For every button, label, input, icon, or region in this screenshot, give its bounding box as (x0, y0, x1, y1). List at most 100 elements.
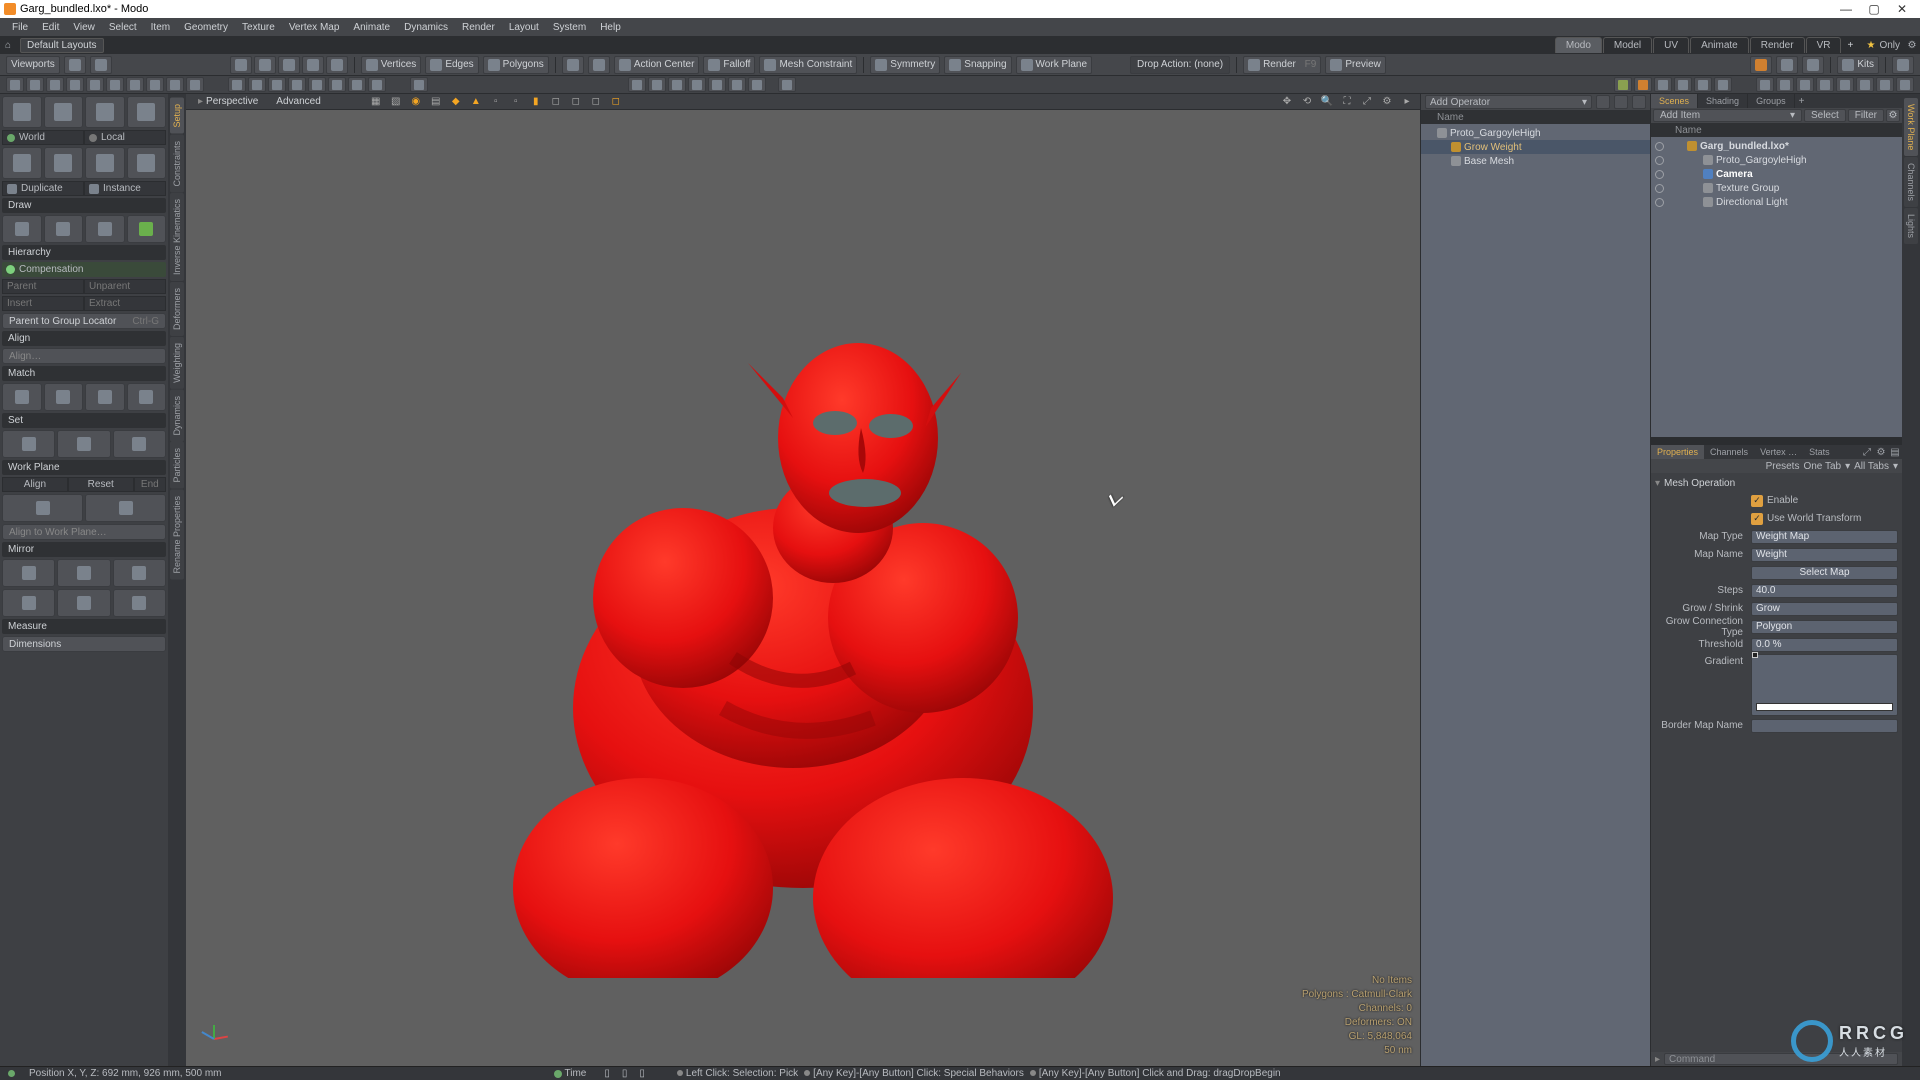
ctx-icon-11[interactable] (228, 77, 246, 92)
parent-to-group-button[interactable]: Parent to Group Locator Ctrl-G (2, 313, 166, 329)
ctx-icon-13[interactable] (268, 77, 286, 92)
ctx-icon-18[interactable] (368, 77, 386, 92)
set-tool-3[interactable] (113, 430, 166, 458)
vertices-button[interactable]: Vertices (361, 56, 422, 74)
scene-row-directional-light[interactable]: Directional Light (1651, 195, 1902, 209)
tab-stats[interactable]: Stats (1803, 445, 1836, 459)
add-layout-button[interactable]: + (1842, 37, 1858, 53)
vp-opt-4-icon[interactable]: ▤ (429, 95, 443, 109)
measure-section[interactable]: Measure (2, 619, 166, 634)
vp-ctx-icon-3[interactable] (668, 77, 686, 92)
set-section[interactable]: Set (2, 413, 166, 428)
mesh-constraint-dropdown[interactable]: Mesh Constraint (759, 56, 857, 74)
rvtab-channels[interactable]: Channels (1904, 157, 1918, 207)
wp-align-button[interactable]: Align (2, 477, 68, 492)
menu-item[interactable]: Item (145, 20, 176, 35)
parent-button[interactable]: Parent (2, 279, 84, 294)
tab-vertex[interactable]: Vertex … (1754, 445, 1803, 459)
dimensions-button[interactable]: Dimensions (2, 636, 166, 652)
tab-model[interactable]: Model (1603, 37, 1652, 53)
snapping-dropdown[interactable]: Snapping (944, 56, 1011, 74)
vp-opt-10-icon[interactable]: ◻ (549, 95, 563, 109)
mirror-tool-5[interactable] (57, 589, 110, 617)
menu-animate[interactable]: Animate (347, 20, 396, 35)
mirror-tool-4[interactable] (2, 589, 55, 617)
kits-dropdown[interactable]: Kits (1837, 56, 1879, 74)
vtab-setup[interactable]: Setup (170, 98, 184, 134)
steps-field[interactable]: 40.0 (1751, 584, 1898, 598)
ctx-icon-8[interactable] (146, 77, 164, 92)
wp-reset-button[interactable]: Reset (68, 477, 134, 492)
ops-layout-icon[interactable] (1614, 95, 1628, 109)
local-toggle[interactable]: Local (84, 130, 166, 145)
ops-node-base-mesh[interactable]: Base Mesh (1421, 154, 1650, 168)
mirror-tool-3[interactable] (113, 559, 166, 587)
menu-geometry[interactable]: Geometry (178, 20, 234, 35)
tab-channels[interactable]: Channels (1704, 445, 1754, 459)
add-scene-tab[interactable]: + (1795, 94, 1809, 108)
ctx-icon-2[interactable] (26, 77, 44, 92)
scale-axis-button[interactable] (85, 96, 125, 128)
match-tool-1[interactable] (2, 383, 42, 411)
vtab-rename[interactable]: Rename Properties (170, 490, 184, 580)
locator-button[interactable] (127, 147, 167, 179)
grow-shrink-field[interactable]: Grow (1751, 602, 1898, 616)
preview-button[interactable]: Preview (1325, 56, 1386, 74)
vp-opt-2-icon[interactable]: ▧ (389, 95, 403, 109)
threshold-field[interactable]: 0.0 % (1751, 638, 1898, 652)
center-button[interactable] (2, 147, 42, 179)
viewports-dropdown[interactable]: Viewports (6, 56, 60, 74)
select-dropdown[interactable]: Select (1804, 109, 1846, 122)
tab-animate[interactable]: Animate (1690, 37, 1749, 53)
set-tool-2[interactable] (57, 430, 110, 458)
menu-dynamics[interactable]: Dynamics (398, 20, 454, 35)
viewport-view-dropdown[interactable]: ▸Perspective (192, 96, 264, 107)
rotate-tool-button[interactable] (254, 56, 276, 74)
close-button[interactable]: ✕ (1888, 1, 1916, 17)
ops-node-root[interactable]: Proto_GargoyleHigh (1421, 126, 1650, 140)
ctx-icon-3[interactable] (46, 77, 64, 92)
menu-texture[interactable]: Texture (236, 20, 281, 35)
match-section[interactable]: Match (2, 366, 166, 381)
menu-edit[interactable]: Edit (36, 20, 65, 35)
tab-shading[interactable]: Shading (1698, 94, 1748, 108)
shade-mode-5-icon[interactable] (1694, 77, 1712, 92)
prop-gear-icon[interactable]: ⚙ (1874, 445, 1888, 459)
time-icon-2[interactable]: ▯ (622, 1068, 628, 1079)
vtab-dynamics[interactable]: Dynamics (170, 390, 184, 442)
menu-file[interactable]: File (6, 20, 34, 35)
viewport-layout-a-button[interactable] (64, 56, 86, 74)
work-plane-section[interactable]: Work Plane (2, 460, 166, 475)
gradient-editor[interactable] (1751, 654, 1898, 716)
vp-opt-3-icon[interactable]: ◉ (409, 95, 423, 109)
symmetry-dropdown[interactable]: Symmetry (870, 56, 940, 74)
prop-more-icon[interactable]: ▤ (1888, 445, 1902, 459)
wp-tool-2[interactable] (85, 494, 166, 522)
ctx-icon-12[interactable] (248, 77, 266, 92)
vp-ctx-icon-6[interactable] (728, 77, 746, 92)
ctx-icon-19[interactable] (410, 77, 428, 92)
scene-gear-icon[interactable]: ⚙ (1886, 109, 1900, 122)
ops-collapse-icon[interactable] (1596, 95, 1610, 109)
scene-row-proto[interactable]: Proto_GargoyleHigh (1651, 153, 1902, 167)
menu-vertex-map[interactable]: Vertex Map (283, 20, 346, 35)
move-tool-button[interactable] (230, 56, 252, 74)
draw-tool-2[interactable] (44, 215, 84, 243)
vp-nav-move-icon[interactable]: ✥ (1280, 95, 1294, 109)
compensation-toggle[interactable]: Compensation (2, 262, 166, 277)
vtab-particles[interactable]: Particles (170, 442, 184, 489)
shade-c-icon[interactable] (1802, 56, 1824, 74)
vtab-constraints[interactable]: Constraints (170, 135, 184, 193)
vp-opt-12-icon[interactable]: ◻ (589, 95, 603, 109)
ctx-icon-9[interactable] (166, 77, 184, 92)
r-icon-5[interactable] (1836, 77, 1854, 92)
vp-nav-more-icon[interactable]: ▸ (1400, 95, 1414, 109)
ctx-icon-1[interactable] (6, 77, 24, 92)
ctx-icon-10[interactable] (186, 77, 204, 92)
all-tabs-toggle[interactable]: All Tabs (1854, 461, 1889, 472)
vp-ctx-icon-2[interactable] (648, 77, 666, 92)
viewport-shading-dropdown[interactable]: Advanced (270, 96, 326, 107)
one-tab-toggle[interactable]: One Tab (1803, 461, 1841, 472)
ctx-icon-16[interactable] (328, 77, 346, 92)
border-map-field[interactable] (1751, 719, 1898, 733)
